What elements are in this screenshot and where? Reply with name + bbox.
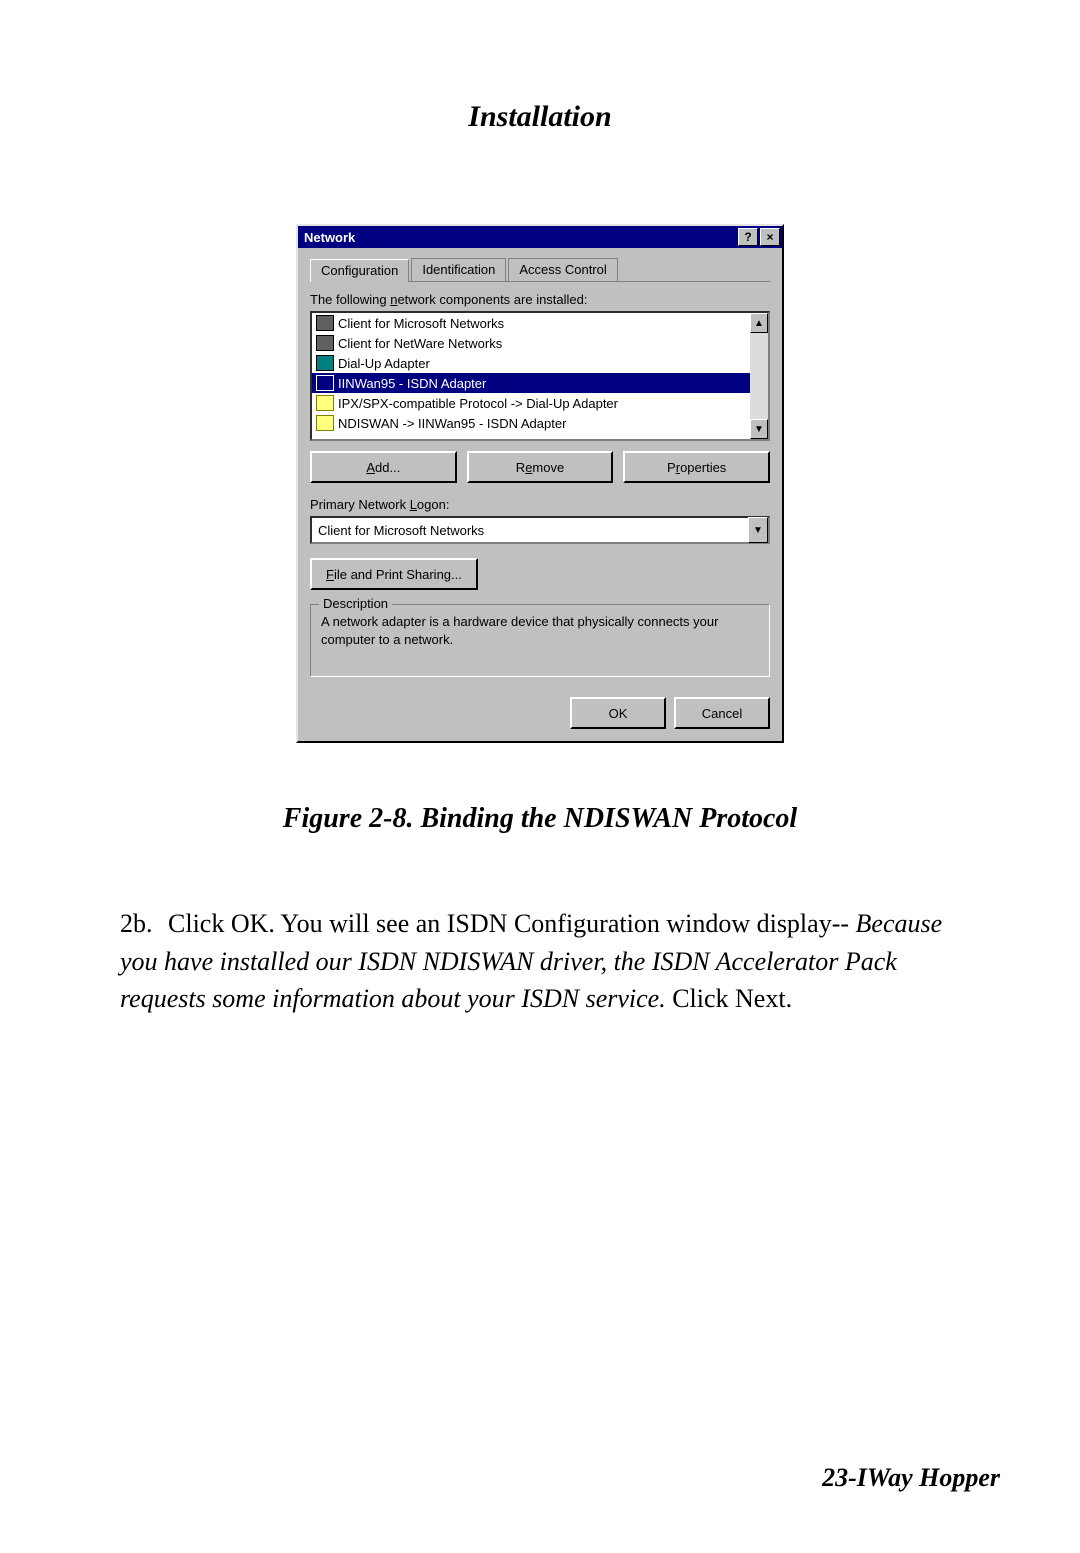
description-group: Description A network adapter is a hardw…	[310, 604, 770, 677]
page-title: Installation	[80, 100, 1000, 134]
step-text-tail: Click Next.	[666, 984, 792, 1013]
list-item[interactable]: IPX/SPX-compatible Protocol -> Dial-Up A…	[312, 393, 750, 413]
list-item[interactable]: Client for NetWare Networks	[312, 333, 750, 353]
titlebar: Network ? ×	[298, 226, 782, 248]
client-icon	[316, 315, 334, 331]
tab-strip: Configuration Identification Access Cont…	[310, 258, 770, 282]
instruction-step: 2b.Click OK. You will see an ISDN Config…	[120, 905, 980, 1018]
primary-logon-select[interactable]: Client for Microsoft Networks ▼	[310, 516, 770, 544]
tab-identification[interactable]: Identification	[411, 258, 506, 281]
scroll-track[interactable]	[750, 333, 768, 419]
cancel-button[interactable]: Cancel	[674, 697, 770, 729]
step-number: 2b.	[120, 905, 168, 943]
step-text: Click OK. You will see an ISDN Configura…	[168, 909, 856, 938]
scroll-down-icon[interactable]: ▼	[750, 419, 768, 439]
combo-value: Client for Microsoft Networks	[312, 523, 748, 538]
protocol-icon	[316, 415, 334, 431]
network-dialog: Network ? × Configuration Identification…	[296, 224, 784, 743]
figure-caption: Figure 2-8. Binding the NDISWAN Protocol	[80, 803, 1000, 835]
adapter-icon	[316, 375, 334, 391]
list-items: Client for Microsoft Networks Client for…	[312, 313, 750, 439]
list-item[interactable]: NDISWAN -> IINWan95 - ISDN Adapter	[312, 413, 750, 433]
list-item[interactable]: IINWan95 - ISDN Adapter	[312, 373, 750, 393]
scrollbar[interactable]: ▲ ▼	[750, 313, 768, 439]
remove-button[interactable]: Remove	[467, 451, 614, 483]
chevron-down-icon[interactable]: ▼	[748, 517, 768, 543]
scroll-up-icon[interactable]: ▲	[750, 313, 768, 333]
add-button[interactable]: Add...	[310, 451, 457, 483]
list-item-label: Client for NetWare Networks	[338, 336, 502, 351]
ok-button[interactable]: OK	[570, 697, 666, 729]
tab-access-control[interactable]: Access Control	[508, 258, 617, 281]
list-item-label: IPX/SPX-compatible Protocol -> Dial-Up A…	[338, 396, 618, 411]
list-item-label: Client for Microsoft Networks	[338, 316, 504, 331]
list-item-label: IINWan95 - ISDN Adapter	[338, 376, 486, 391]
file-print-sharing-button[interactable]: File and Print Sharing...	[310, 558, 478, 590]
primary-logon-label: Primary Network Logon:	[310, 497, 770, 512]
adapter-icon	[316, 355, 334, 371]
list-item[interactable]: Dial-Up Adapter	[312, 353, 750, 373]
dialog-figure: Network ? × Configuration Identification…	[80, 224, 1000, 743]
page-footer: 23-IWay Hopper	[822, 1463, 1000, 1493]
list-item-label: Dial-Up Adapter	[338, 356, 430, 371]
protocol-icon	[316, 395, 334, 411]
dialog-title: Network	[304, 230, 736, 245]
help-icon[interactable]: ?	[738, 228, 758, 246]
group-title: Description	[319, 596, 392, 611]
list-item[interactable]: Client for Microsoft Networks	[312, 313, 750, 333]
close-icon[interactable]: ×	[760, 228, 780, 246]
components-listbox[interactable]: Client for Microsoft Networks Client for…	[310, 311, 770, 441]
properties-button[interactable]: Properties	[623, 451, 770, 483]
description-text: A network adapter is a hardware device t…	[321, 613, 759, 648]
client-icon	[316, 335, 334, 351]
components-label: The following network components are ins…	[310, 292, 770, 307]
tab-configuration[interactable]: Configuration	[310, 259, 409, 282]
list-item-label: NDISWAN -> IINWan95 - ISDN Adapter	[338, 416, 566, 431]
